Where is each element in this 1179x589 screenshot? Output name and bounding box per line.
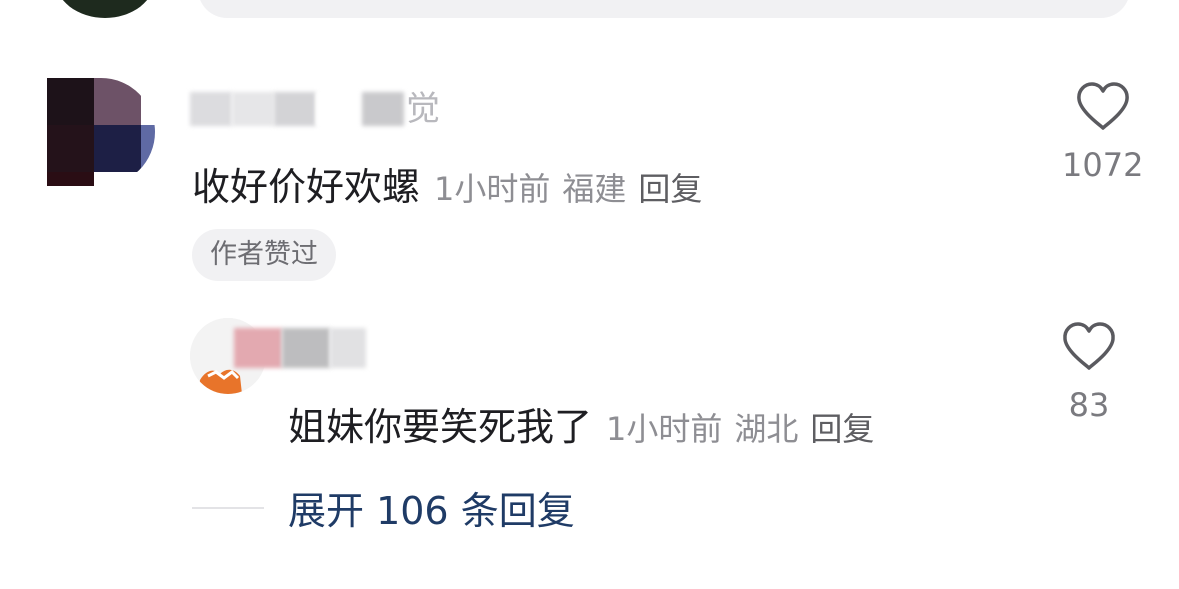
- expand-replies-button[interactable]: 展开 106 条回复: [288, 480, 575, 535]
- comment-location: 福建: [562, 170, 627, 208]
- comment-time: 1小时前: [434, 170, 551, 208]
- comment-text: 收好价好欢螺: [192, 165, 421, 209]
- reply-button[interactable]: 回复: [638, 164, 702, 210]
- commenter-avatar[interactable]: [47, 78, 155, 186]
- reply-like-count: 83: [1068, 386, 1110, 424]
- comment-body-row: 收好价好欢螺 1小时前 福建 回复: [192, 156, 702, 211]
- reply-username[interactable]: [234, 328, 366, 368]
- previous-comment-bubble: [198, 0, 1130, 18]
- reply-body-row: 姐妹你要笑死我了 1小时前 湖北 回复: [288, 396, 874, 451]
- heart-outline-icon: [1076, 82, 1129, 130]
- like-count: 1072: [1062, 146, 1144, 184]
- reply-like-button[interactable]: 83: [1062, 322, 1116, 424]
- heart-outline-icon: [1063, 322, 1115, 370]
- username-visible-part: 觉: [406, 89, 440, 129]
- reply-text: 姐妹你要笑死我了: [288, 405, 593, 449]
- divider: [192, 506, 264, 509]
- reply-reply-button[interactable]: 回复: [810, 404, 874, 450]
- previous-comment-avatar[interactable]: [55, 0, 155, 18]
- comment-like-button[interactable]: 1072: [1062, 82, 1143, 184]
- commenter-username[interactable]: 觉: [190, 92, 440, 126]
- reply-location: 湖北: [734, 410, 799, 448]
- expand-replies-row[interactable]: 展开 106 条回复: [192, 480, 575, 535]
- reply-time: 1小时前: [606, 410, 723, 448]
- author-liked-badge: 作者赞过: [192, 229, 336, 281]
